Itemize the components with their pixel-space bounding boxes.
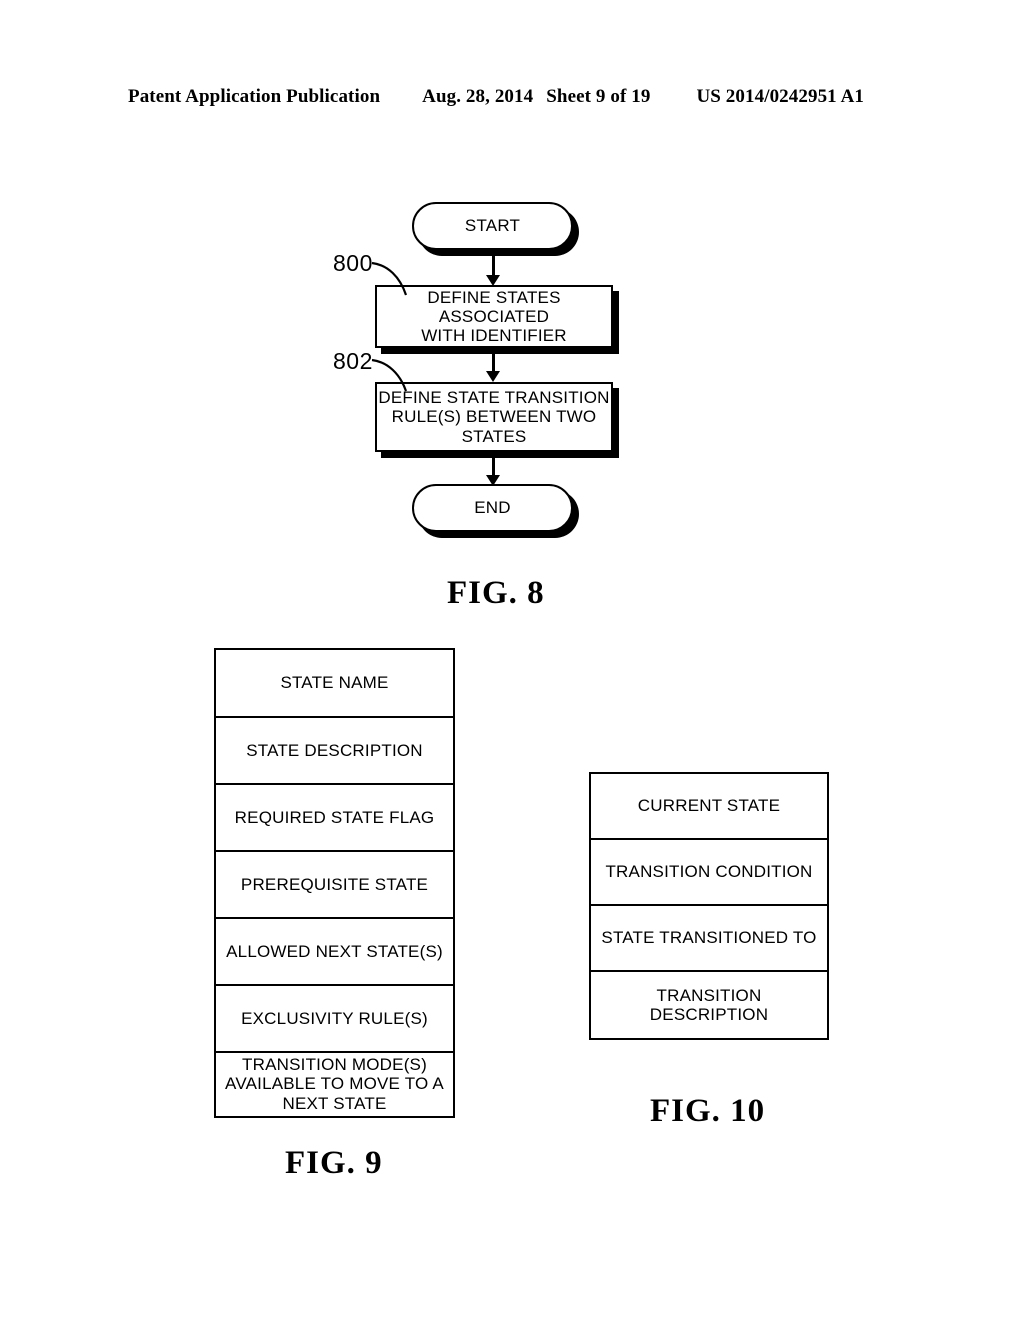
step800-label-line2: WITH IDENTIFIER	[421, 326, 567, 346]
table-row: TRANSITION CONDITION	[591, 840, 827, 906]
leader-line-800	[371, 261, 408, 296]
table-row: STATE DESCRIPTION	[216, 718, 453, 785]
figure-8: START DEFINE STATES ASSOCIATED WITH IDEN…	[0, 0, 1024, 640]
figure-9-row-0-label: STATE NAME	[280, 673, 389, 693]
table-row: CURRENT STATE	[591, 774, 827, 840]
step802-label-line3: STATES	[461, 426, 527, 446]
leader-line-802	[371, 358, 408, 392]
flowchart-start-node: START	[412, 202, 573, 250]
table-row: ALLOWED NEXT STATE(S)	[216, 919, 453, 986]
step802-label-line2: RULE(S) BETWEEN TWO	[391, 407, 597, 427]
table-row: TRANSITION MODE(S) AVAILABLE TO MOVE TO …	[216, 1053, 453, 1115]
table-row: STATE TRANSITIONED TO	[591, 906, 827, 972]
figure-9-row-6-label-line3: NEXT STATE	[282, 1093, 387, 1113]
table-row: STATE NAME	[216, 650, 453, 718]
figure-9-caption: FIG. 9	[285, 1145, 383, 1182]
reference-numeral-800: 800	[333, 250, 373, 277]
flowchart-end-node: END	[412, 484, 573, 532]
figure-10-row-2-label: STATE TRANSITIONED TO	[601, 928, 817, 948]
figure-9-caption-text: FIG. 9	[285, 1145, 383, 1181]
reference-numeral-802-text: 802	[333, 348, 373, 374]
figure-9-row-6-label-line1: TRANSITION MODE(S)	[242, 1055, 427, 1075]
connector-step800-to-step802-arrowhead	[486, 371, 500, 382]
figure-10-row-0-label: CURRENT STATE	[637, 796, 781, 816]
table-row: EXCLUSIVITY RULE(S)	[216, 986, 453, 1053]
figure-9-row-5-label: EXCLUSIVITY RULE(S)	[241, 1008, 428, 1028]
figure-9-row-4-label: ALLOWED NEXT STATE(S)	[226, 941, 443, 961]
figure-8-caption-text: FIG. 8	[447, 575, 545, 611]
table-row: TRANSITION DESCRIPTION	[591, 972, 827, 1038]
connector-start-to-step800	[492, 250, 495, 278]
figure-9-row-2-label: REQUIRED STATE FLAG	[234, 807, 435, 827]
table-row: PREREQUISITE STATE	[216, 852, 453, 919]
figure-10-table: CURRENT STATE TRANSITION CONDITION STATE…	[589, 772, 829, 1040]
figure-10-caption-text: FIG. 10	[650, 1093, 766, 1129]
figure-9-row-3-label: PREREQUISITE STATE	[240, 874, 429, 894]
figure-9-row-6-label-line2: AVAILABLE TO MOVE TO A	[225, 1074, 444, 1094]
figure-8-caption: FIG. 8	[447, 575, 545, 612]
figure-10-caption: FIG. 10	[650, 1093, 765, 1130]
reference-numeral-800-text: 800	[333, 250, 373, 276]
figure-9-row-1-label: STATE DESCRIPTION	[246, 740, 423, 760]
figure-9-table: STATE NAME STATE DESCRIPTION REQUIRED ST…	[214, 648, 455, 1118]
start-node-label: START	[464, 216, 521, 236]
figure-10-row-3-label: TRANSITION DESCRIPTION	[649, 985, 769, 1024]
table-row: REQUIRED STATE FLAG	[216, 785, 453, 852]
reference-numeral-802: 802	[333, 348, 373, 375]
figure-10-row-1-label: TRANSITION CONDITION	[605, 862, 813, 882]
end-node-label: END	[474, 498, 511, 518]
